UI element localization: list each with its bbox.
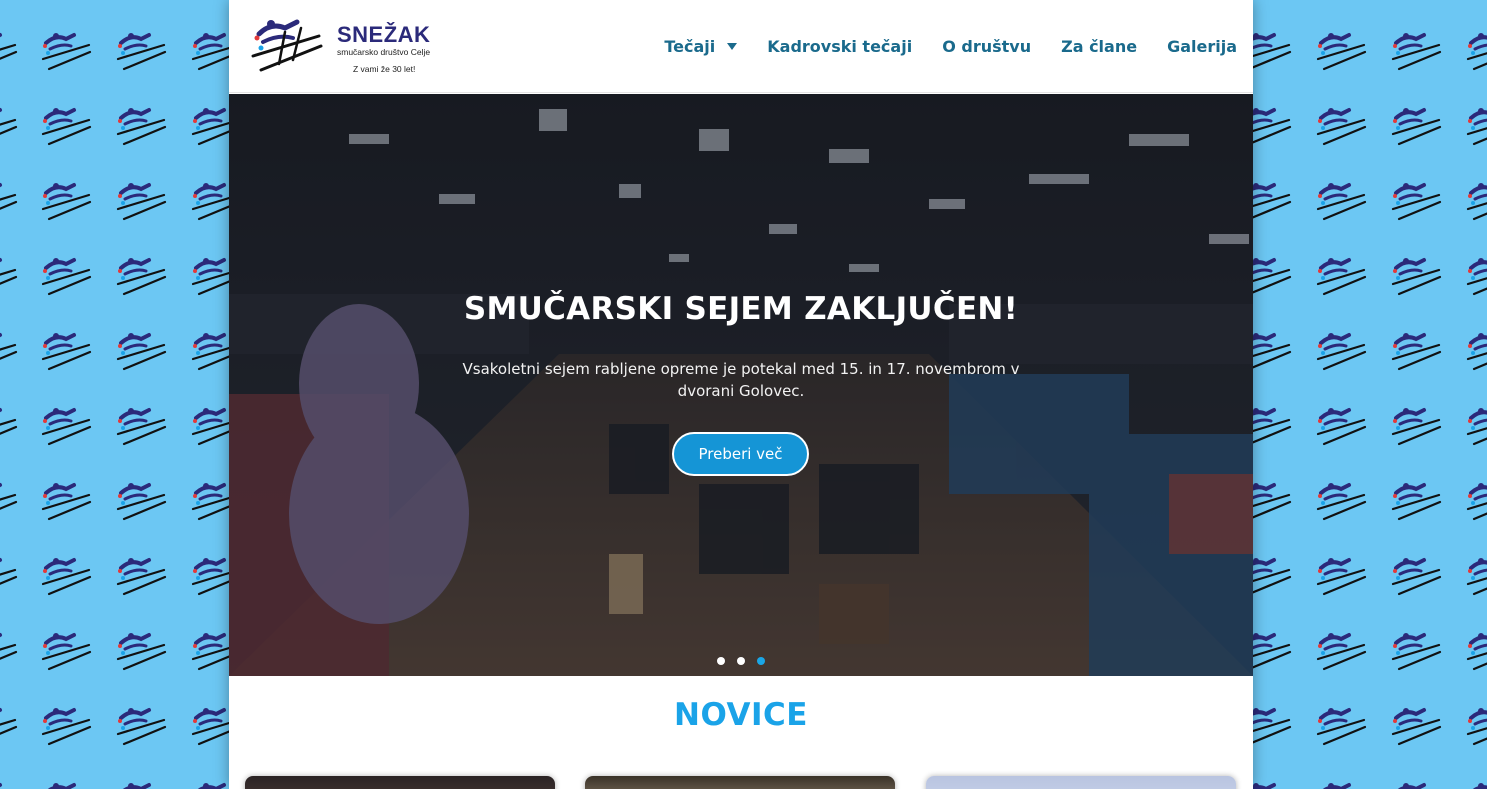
pattern-logo-icon [115, 28, 167, 74]
pattern-logo-icon [40, 103, 92, 149]
pattern-logo-icon [115, 703, 167, 749]
nav-item-o-drustvu[interactable]: O društvu [942, 37, 1031, 56]
pattern-logo-icon [115, 478, 167, 524]
pattern-logo-icon [1315, 628, 1367, 674]
nav-item-label: Tečaji [664, 36, 716, 56]
brand-subtitle: smučarsko društvo Celje [337, 47, 431, 57]
pattern-logo-icon [1390, 478, 1442, 524]
pattern-logo-icon [1315, 253, 1367, 299]
pattern-logo-icon [115, 178, 167, 224]
pattern-logo-icon [40, 628, 92, 674]
nav-item-kadrovski-tecaji[interactable]: Kadrovski tečaji [767, 37, 912, 56]
pattern-logo-icon [1465, 103, 1487, 149]
pattern-logo-icon [1390, 553, 1442, 599]
brand-name: SNEŽAK [337, 22, 431, 47]
news-card-1[interactable] [245, 776, 555, 789]
hero-slider: SMUČARSKI SEJEM ZAKLJUČEN! Vsakoletni se… [229, 94, 1253, 676]
pattern-logo-icon [1465, 478, 1487, 524]
brand-tagline: Z vami že 30 let! [353, 64, 416, 74]
pattern-logo-icon [1315, 328, 1367, 374]
pattern-logo-icon [1390, 178, 1442, 224]
pattern-logo-icon [0, 778, 18, 789]
pattern-logo-icon [1465, 178, 1487, 224]
pattern-logo-icon [115, 403, 167, 449]
pattern-logo-icon [1390, 28, 1442, 74]
pattern-logo-icon [1315, 478, 1367, 524]
pattern-logo-icon [115, 103, 167, 149]
hero-description: Vsakoletni sejem rabljene opreme je pote… [462, 360, 1020, 400]
pattern-logo-icon [1390, 403, 1442, 449]
news-card-2[interactable] [585, 776, 895, 789]
pattern-logo-icon [1315, 178, 1367, 224]
news-section-title: NOVICE [674, 697, 808, 733]
site-logo[interactable]: SNEŽAK smučarsko društvo Celje Z vami že… [249, 12, 459, 80]
pattern-logo-icon [1315, 703, 1367, 749]
pattern-logo-icon [1465, 28, 1487, 74]
read-more-button[interactable]: Preberi več [672, 432, 809, 476]
pattern-logo-icon [1390, 328, 1442, 374]
pattern-logo-icon [0, 553, 18, 599]
page: SNEŽAK smučarsko društvo Celje Z vami že… [229, 0, 1253, 789]
pattern-logo-icon [0, 628, 18, 674]
pattern-logo-icon [0, 328, 18, 374]
slider-dot-3[interactable] [757, 657, 765, 665]
news-card-3[interactable] [926, 776, 1236, 789]
pattern-logo-icon [1315, 553, 1367, 599]
pattern-logo-icon [1390, 628, 1442, 674]
pattern-logo-icon [1465, 703, 1487, 749]
pattern-logo-icon [40, 478, 92, 524]
slider-dots [229, 657, 1253, 665]
pattern-logo-icon [1465, 328, 1487, 374]
slider-dot-2[interactable] [737, 657, 745, 665]
caret-down-icon[interactable] [727, 42, 738, 50]
pattern-logo-icon [1465, 628, 1487, 674]
pattern-logo-icon [1465, 403, 1487, 449]
hero-title: SMUČARSKI SEJEM ZAKLJUČEN! [463, 291, 1019, 327]
pattern-logo-icon [1390, 103, 1442, 149]
pattern-logo-icon [40, 553, 92, 599]
pattern-logo-icon [0, 403, 18, 449]
pattern-logo-icon [115, 778, 167, 789]
skier-logo-icon [251, 19, 323, 72]
pattern-logo-icon [115, 328, 167, 374]
pattern-logo-icon [115, 253, 167, 299]
pattern-logo-icon [1390, 703, 1442, 749]
main-nav: Tečaji Kadrovski tečaji O društvu Za čla… [664, 33, 1237, 59]
pattern-logo-icon [0, 28, 18, 74]
slider-dot-1[interactable] [717, 657, 725, 665]
pattern-logo-icon [1315, 28, 1367, 74]
pattern-logo-icon [40, 778, 92, 789]
pattern-logo-icon [1465, 253, 1487, 299]
pattern-logo-icon [40, 178, 92, 224]
pattern-logo-icon [1315, 778, 1367, 789]
pattern-logo-icon [40, 253, 92, 299]
pattern-logo-icon [115, 628, 167, 674]
pattern-logo-icon [40, 703, 92, 749]
pattern-logo-icon [0, 253, 18, 299]
site-header: SNEŽAK smučarsko društvo Celje Z vami že… [229, 0, 1253, 93]
pattern-logo-icon [40, 328, 92, 374]
pattern-logo-icon [0, 478, 18, 524]
pattern-logo-icon [115, 553, 167, 599]
pattern-logo-icon [40, 403, 92, 449]
nav-item-za-clane[interactable]: Za člane [1061, 37, 1137, 56]
pattern-logo-icon [0, 703, 18, 749]
pattern-logo-icon [0, 178, 18, 224]
nav-item-tecaji[interactable]: Tečaji [664, 36, 738, 56]
pattern-logo-icon [1390, 253, 1442, 299]
pattern-logo-icon [40, 28, 92, 74]
pattern-logo-icon [1465, 553, 1487, 599]
pattern-logo-icon [1465, 778, 1487, 789]
pattern-logo-icon [1315, 403, 1367, 449]
pattern-logo-icon [1315, 103, 1367, 149]
nav-item-galerija[interactable]: Galerija [1167, 37, 1237, 56]
pattern-logo-icon [0, 103, 18, 149]
pattern-logo-icon [1390, 778, 1442, 789]
